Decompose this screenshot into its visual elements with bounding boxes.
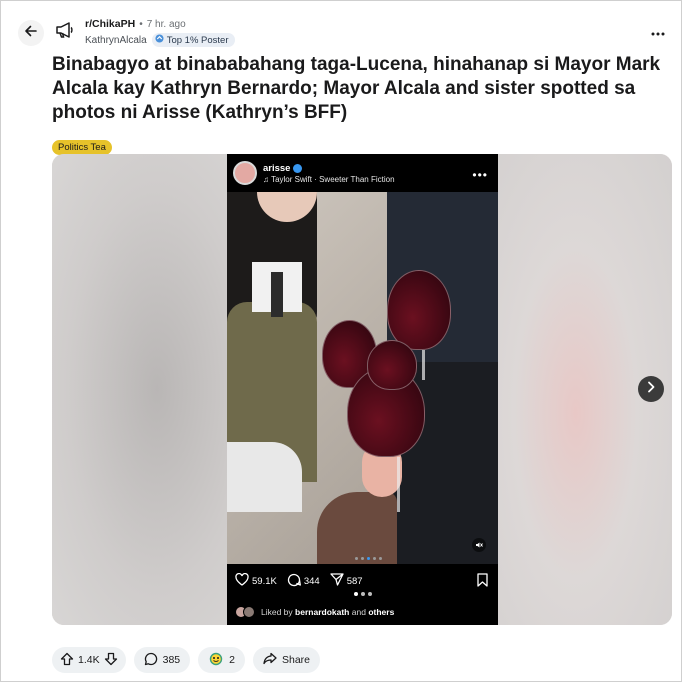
comment-bubble-icon xyxy=(287,573,301,590)
post-time: 7 hr. ago xyxy=(146,18,186,30)
user-flair-badge: Top 1% Poster xyxy=(151,33,235,47)
ig-song: Taylor Swift · Sweeter Than Fiction xyxy=(271,174,395,184)
gallery-position-dots xyxy=(354,592,372,596)
liked-by-others: others xyxy=(368,606,395,617)
media-gallery[interactable]: arisse ♫ Taylor Swift · Sweeter Than Fic… xyxy=(52,154,672,625)
instagram-screenshot: arisse ♫ Taylor Swift · Sweeter Than Fic… xyxy=(227,154,498,625)
ig-avatar xyxy=(233,161,257,185)
bookmark-icon xyxy=(477,573,488,590)
comments-button[interactable]: 385 xyxy=(133,647,191,673)
ig-share-count: 587 xyxy=(346,575,363,587)
chevron-right-icon xyxy=(646,380,656,398)
subreddit-line: r/ChikaPH • 7 hr. ago xyxy=(85,18,186,30)
award-count: 2 xyxy=(229,654,235,666)
verified-badge-icon xyxy=(293,163,303,173)
more-options-button[interactable] xyxy=(649,23,667,41)
music-note-icon: ♫ xyxy=(263,174,269,184)
award-icon xyxy=(208,652,224,669)
award-button[interactable]: 2 xyxy=(198,647,245,673)
ig-liked-by: Liked by bernardokath and others xyxy=(227,598,498,625)
author-username[interactable]: KathrynAlcala xyxy=(85,35,147,46)
user-flair-label: Top 1% Poster xyxy=(166,34,229,46)
share-label: Share xyxy=(281,654,311,666)
liked-by-and: and xyxy=(351,606,366,617)
ig-username: arisse xyxy=(263,162,291,174)
wine-glass xyxy=(387,270,451,350)
post-actions: 1.4K 385 2 Share xyxy=(52,647,321,673)
post-title[interactable]: Binabagyo at binababahang taga-Lucena, h… xyxy=(52,53,667,125)
back-button[interactable] xyxy=(18,20,44,46)
share-button[interactable]: Share xyxy=(252,647,321,673)
downvote-icon[interactable] xyxy=(104,652,118,669)
ig-header: arisse ♫ Taylor Swift · Sweeter Than Fic… xyxy=(227,154,498,192)
toast-photo xyxy=(227,192,498,564)
ig-comment-count: 344 xyxy=(303,575,320,587)
post-flair[interactable]: Politics Tea xyxy=(52,140,112,155)
share-arrow-icon xyxy=(263,652,277,668)
wine-glass xyxy=(367,340,417,390)
comment-icon xyxy=(144,652,158,669)
blurred-background-left xyxy=(52,154,227,625)
ellipsis-icon xyxy=(651,23,665,41)
author-line: KathrynAlcala Top 1% Poster xyxy=(85,33,235,47)
vote-count: 1.4K xyxy=(78,654,100,666)
liked-by-prefix: Liked by xyxy=(261,606,293,617)
arrow-left-icon xyxy=(24,24,38,43)
top-poster-icon xyxy=(155,34,164,46)
upvote-icon[interactable] xyxy=(60,652,74,669)
heart-icon xyxy=(235,572,249,589)
liked-by-user: bernardokath xyxy=(295,606,350,617)
vote-control: 1.4K xyxy=(52,647,126,673)
comment-count: 385 xyxy=(162,654,181,666)
post-container: r/ChikaPH • 7 hr. ago KathrynAlcala Top … xyxy=(0,0,682,682)
subreddit-avatar[interactable] xyxy=(52,19,78,45)
liked-by-avatars xyxy=(235,605,257,618)
subreddit-name[interactable]: r/ChikaPH xyxy=(85,18,135,30)
send-icon xyxy=(330,573,344,589)
carousel-dots xyxy=(355,557,382,560)
next-image-button[interactable] xyxy=(638,376,664,402)
megaphone-icon xyxy=(55,21,75,44)
ig-ellipsis-icon: ••• xyxy=(472,168,488,182)
ig-like-count: 59.1K xyxy=(252,575,277,587)
mute-icon xyxy=(472,538,486,552)
separator-dot: • xyxy=(139,18,143,30)
